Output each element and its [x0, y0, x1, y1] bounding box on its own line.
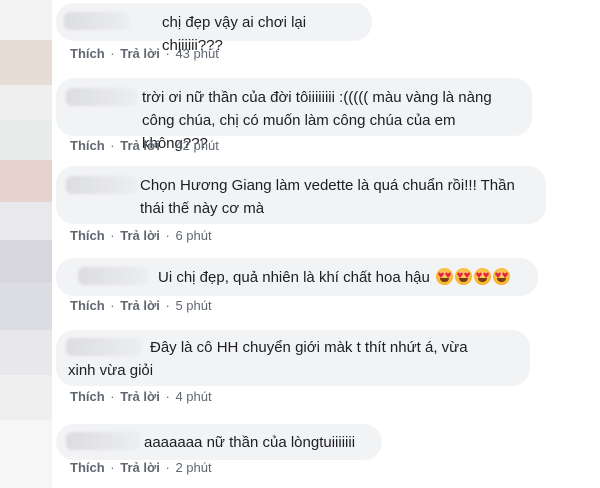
comment: Ui chị đẹp, quả nhiên là khí chất hoa hậ…	[0, 256, 600, 322]
comment-actions: Thích · Trả lời · 5 phút	[70, 298, 212, 314]
comment-actions: Thích · Trả lời · 4 phút	[70, 389, 212, 405]
like-link[interactable]: Thích	[70, 228, 105, 243]
heart-eyes-icon	[493, 268, 511, 285]
comment-bubble: aaaaaaa nữ thần của lòngtuiiiiiii	[56, 424, 382, 460]
comment-timestamp[interactable]: 5 phút	[175, 298, 211, 313]
comment-bubble: chị đẹp vậy ai chơi lại chịiiiii???	[56, 3, 372, 54]
comment-actions: Thích · Trả lời · 43 phút	[70, 46, 219, 62]
separator-dot: ·	[165, 138, 170, 153]
comment-text: Đây là cô HH chuyển giới màk t thít nhứt…	[68, 339, 468, 379]
separator-dot: ·	[110, 389, 115, 404]
separator-dot: ·	[165, 460, 170, 475]
separator-dot: ·	[165, 298, 170, 313]
reply-link[interactable]: Trả lời	[120, 138, 160, 153]
comment-bubble: trời ơi nữ thần của đời tôiiiiiiii :((((…	[56, 78, 532, 152]
comment-text: Ui chị đẹp, quả nhiên là khí chất hoa hậ…	[158, 266, 534, 289]
reply-link[interactable]: Trả lời	[120, 228, 160, 243]
heart-eyes-icon	[436, 268, 454, 285]
comment: aaaaaaa nữ thần của lòngtuiiiiiii Thích …	[0, 420, 600, 486]
comment-bubble: Đây là cô HH chuyển giới màk t thít nhứt…	[56, 330, 530, 386]
comment-timestamp[interactable]: 42 phút	[175, 138, 218, 153]
comment-text: Chọn Hương Giang làm vedette là quá chuẩ…	[140, 177, 515, 217]
separator-dot: ·	[110, 228, 115, 243]
like-link[interactable]: Thích	[70, 138, 105, 153]
comment-timestamp[interactable]: 4 phút	[175, 389, 211, 404]
blurred-author-name	[78, 267, 148, 285]
separator-dot: ·	[110, 138, 115, 153]
comment: chị đẹp vậy ai chơi lại chịiiiii??? Thíc…	[0, 0, 600, 66]
blurred-author-name	[66, 432, 140, 450]
comment-bubble: Chọn Hương Giang làm vedette là quá chuẩ…	[56, 166, 546, 224]
reply-link[interactable]: Trả lời	[120, 46, 160, 61]
blurred-author-name	[66, 176, 138, 194]
comment: trời ơi nữ thần của đời tôiiiiiiii :((((…	[0, 72, 600, 156]
comment-timestamp[interactable]: 2 phút	[175, 460, 211, 475]
separator-dot: ·	[165, 46, 170, 61]
comment-text: aaaaaaa nữ thần của lòngtuiiiiiii	[144, 434, 356, 451]
reply-link[interactable]: Trả lời	[120, 389, 160, 404]
comment-text-body: Ui chị đẹp, quả nhiên là khí chất hoa hậ…	[158, 269, 430, 286]
separator-dot: ·	[110, 298, 115, 313]
reply-link[interactable]: Trả lời	[120, 298, 160, 313]
like-link[interactable]: Thích	[70, 46, 105, 61]
like-link[interactable]: Thích	[70, 298, 105, 313]
separator-dot: ·	[165, 389, 170, 404]
comment: Chọn Hương Giang làm vedette là quá chuẩ…	[0, 166, 600, 250]
heart-eyes-icon	[455, 268, 473, 285]
comment-timestamp[interactable]: 43 phút	[175, 46, 218, 61]
comment-actions: Thích · Trả lời · 6 phút	[70, 228, 212, 244]
like-link[interactable]: Thích	[70, 389, 105, 404]
like-link[interactable]: Thích	[70, 460, 105, 475]
separator-dot: ·	[110, 460, 115, 475]
comment-actions: Thích · Trả lời · 42 phút	[70, 138, 219, 154]
comment-timestamp[interactable]: 6 phút	[175, 228, 211, 243]
comment-bubble: Ui chị đẹp, quả nhiên là khí chất hoa hậ…	[56, 258, 538, 296]
separator-dot: ·	[165, 228, 170, 243]
comment-actions: Thích · Trả lời · 2 phút	[70, 460, 212, 476]
reply-link[interactable]: Trả lời	[120, 460, 160, 475]
separator-dot: ·	[110, 46, 115, 61]
comment: Đây là cô HH chuyển giới màk t thít nhứt…	[0, 328, 600, 408]
blurred-author-name	[66, 88, 138, 106]
blurred-author-name	[64, 12, 130, 30]
heart-eyes-icon	[474, 268, 492, 285]
